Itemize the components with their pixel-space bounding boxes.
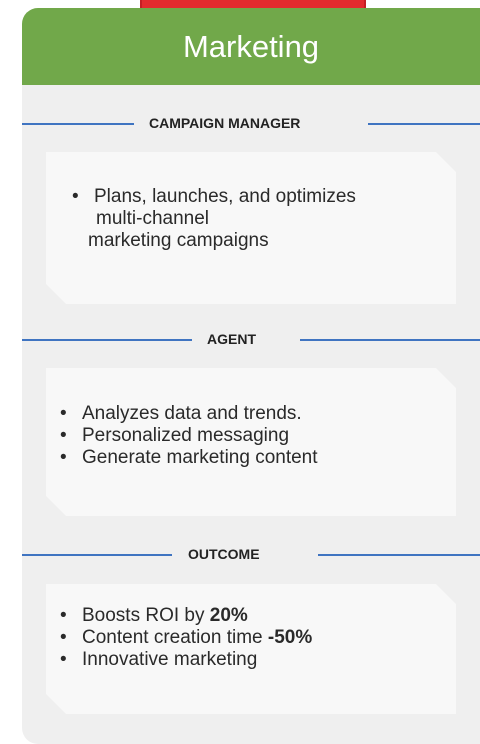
list-item: Content creation time -50% bbox=[54, 627, 312, 649]
list-item: Boosts ROI by 20% bbox=[54, 605, 312, 627]
card-header: Marketing bbox=[22, 8, 480, 85]
list-item: Innovative marketing bbox=[54, 649, 312, 671]
outcome-bullets: Boosts ROI by 20% Content creation time … bbox=[54, 605, 312, 671]
agent-panel: Analyzes data and trends. Personalized m… bbox=[46, 368, 456, 516]
list-item: Analyzes data and trends. bbox=[54, 403, 318, 425]
list-item: Personalized messaging bbox=[54, 425, 318, 447]
outcome-text: Content creation time bbox=[82, 627, 268, 648]
section-divider-left bbox=[22, 123, 134, 125]
campaign-manager-bullets: Plans, launches, and optimizes multi-cha… bbox=[66, 186, 356, 252]
agent-bullets: Analyzes data and trends. Personalized m… bbox=[54, 403, 318, 469]
bullet-line-2: multi-channel bbox=[96, 208, 209, 229]
outcome-panel: Boosts ROI by 20% Content creation time … bbox=[46, 584, 456, 714]
list-item: Plans, launches, and optimizes multi-cha… bbox=[66, 186, 356, 252]
section-title-campaign-manager: CAMPAIGN MANAGER bbox=[149, 115, 301, 131]
list-item: Generate marketing content bbox=[54, 447, 318, 469]
marketing-card: Marketing CAMPAIGN MANAGER Plans, launch… bbox=[22, 8, 480, 744]
outcome-value: -50% bbox=[267, 627, 313, 648]
section-divider-left bbox=[22, 554, 172, 556]
bullet-line-1: Plans, launches, and optimizes bbox=[94, 186, 356, 207]
section-divider-left bbox=[22, 339, 192, 341]
card-title: Marketing bbox=[182, 28, 320, 64]
outcome-text: Boosts ROI by bbox=[82, 605, 210, 626]
outcome-text: Innovative marketing bbox=[82, 649, 258, 670]
section-divider-right bbox=[318, 554, 480, 556]
section-title-outcome: OUTCOME bbox=[188, 546, 260, 562]
section-divider-right bbox=[368, 123, 480, 125]
section-title-agent: AGENT bbox=[207, 331, 256, 347]
section-divider-right bbox=[300, 339, 480, 341]
campaign-manager-panel: Plans, launches, and optimizes multi-cha… bbox=[46, 152, 456, 304]
bullet-line-3: marketing campaigns bbox=[88, 230, 269, 251]
outcome-value: 20% bbox=[209, 605, 248, 626]
